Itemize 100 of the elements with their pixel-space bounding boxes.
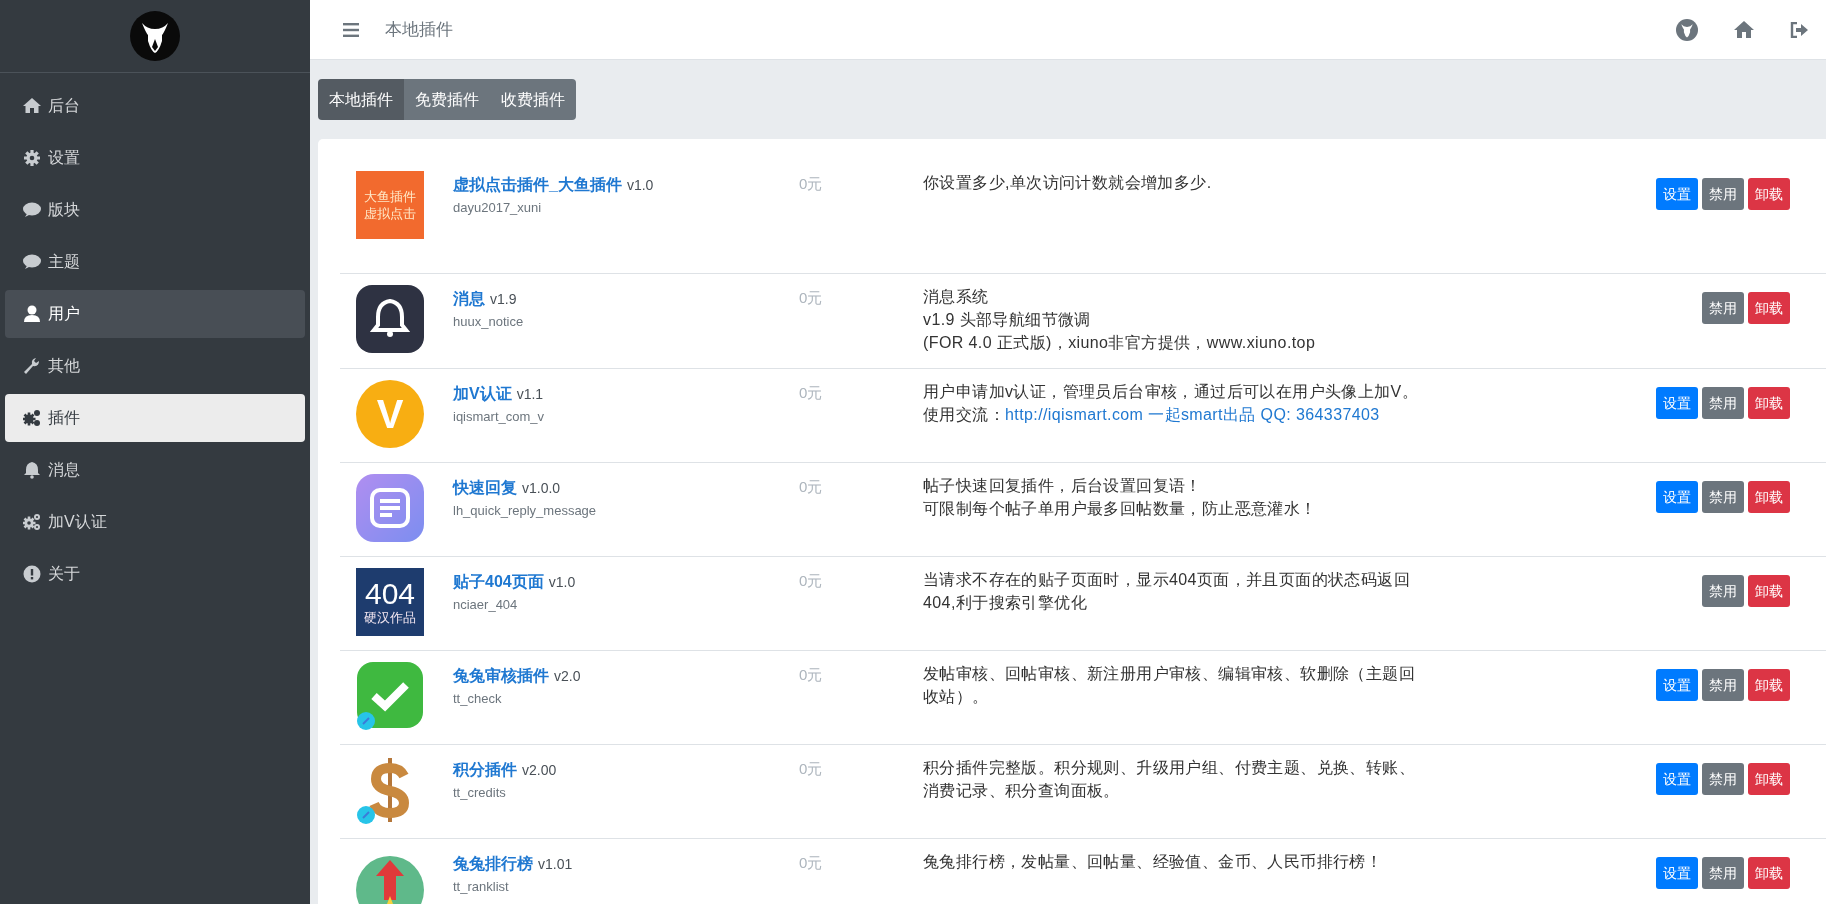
price-label: 0元 — [799, 571, 824, 591]
price-label: 0元 — [799, 174, 824, 194]
version-label: v1.01 — [538, 855, 573, 874]
plugin-id: tt_check — [453, 690, 503, 708]
uninstall-button[interactable]: 卸载 — [1748, 481, 1790, 513]
description-text: 可限制每个帖子单用户最多回帖数量，防止恶意灌水！ — [923, 499, 1318, 519]
price-label: 0元 — [799, 759, 824, 779]
plugin-logo: V — [356, 380, 424, 448]
uninstall-button[interactable]: 卸载 — [1748, 763, 1790, 795]
plugin-id: nciaer_404 — [453, 596, 519, 614]
disable-button[interactable]: 禁用 — [1702, 292, 1744, 324]
price-label: 0元 — [799, 665, 824, 685]
plugin-name[interactable]: 虚拟点击插件_大鱼插件 — [453, 173, 622, 197]
price-label: 0元 — [799, 853, 824, 873]
settings-button[interactable]: 设置 — [1656, 669, 1698, 701]
plugin-name[interactable]: 快速回复 — [453, 476, 517, 500]
description-text: 用户申请加v认证，管理员后台审核，通过后可以在用户头像上加V。使用交流：http://iqismart.com 一起smart出品 QQ: 364337403 — [923, 382, 1420, 425]
speech-bubble-icon — [23, 253, 41, 271]
sidebar-item[interactable]: 后台 — [5, 82, 305, 130]
disable-button[interactable]: 禁用 — [1702, 387, 1744, 419]
plugin-name[interactable]: 兔兔审核插件 — [453, 664, 549, 688]
tab[interactable]: 本地插件 — [318, 79, 404, 120]
description-text: 消息系统 — [923, 287, 990, 307]
disable-button[interactable]: 禁用 — [1702, 575, 1744, 607]
logout-icon[interactable] — [1790, 21, 1808, 38]
gears-icon — [23, 513, 41, 531]
contact-link[interactable]: http://iqismart.com 一起smart出品 QQ: 364337403 — [1005, 406, 1380, 423]
bell-icon — [356, 285, 424, 353]
plugin-id: dayu2017_xuni — [453, 199, 543, 217]
settings-button[interactable]: 设置 — [1656, 857, 1698, 889]
exclamation-icon — [23, 565, 41, 583]
disable-button[interactable]: 禁用 — [1702, 481, 1744, 513]
description-text: 你设置多少,单次访问计数就会增加多少. — [923, 173, 1213, 193]
bell-icon — [23, 461, 41, 479]
description-text: 发帖审核、回帖审核、新注册用户审核、编辑审核、软删除（主题回收站）。 — [923, 664, 1416, 707]
version-label: v1.9 — [490, 290, 517, 309]
settings-button[interactable]: 设置 — [1656, 387, 1698, 419]
wrench-icon — [23, 357, 41, 375]
settings-button[interactable]: 设置 — [1656, 763, 1698, 795]
disable-button[interactable]: 禁用 — [1702, 857, 1744, 889]
uninstall-button[interactable]: 卸载 — [1748, 857, 1790, 889]
home-icon — [23, 97, 41, 115]
sidebar-item[interactable]: 主题 — [5, 238, 305, 286]
settings-icon — [23, 149, 41, 167]
sidebar-item[interactable]: 版块 — [5, 186, 305, 234]
speech-bubble-icon — [23, 201, 41, 219]
uninstall-button[interactable]: 卸载 — [1748, 292, 1790, 324]
home-icon[interactable] — [1734, 21, 1754, 38]
plugin-name[interactable]: 贴子404页面 — [453, 570, 544, 594]
disable-button[interactable]: 禁用 — [1702, 763, 1744, 795]
uninstall-button[interactable]: 卸载 — [1748, 387, 1790, 419]
user-icon — [23, 305, 41, 323]
description-text: 当请求不存在的贴子页面时，显示404页面，并且页面的状态码返回404,利于搜索引擎优化 — [923, 570, 1412, 613]
logo-icon[interactable] — [130, 11, 180, 61]
sidebar-item[interactable]: 加V认证 — [5, 498, 305, 546]
sidebar-item[interactable]: 消息 — [5, 446, 305, 494]
version-label: v2.00 — [522, 761, 557, 780]
plugin-logo: 404 硬汉作品 — [356, 568, 424, 636]
version-label: v1.0.0 — [522, 479, 561, 498]
description-text: v1.9 头部导航细节微调 — [923, 310, 1092, 330]
sidebar-item[interactable]: 其他 — [5, 342, 305, 390]
plugin-name[interactable]: 兔兔排行榜 — [453, 852, 533, 876]
plugin-id: huux_notice — [453, 313, 525, 331]
description-text: 帖子快速回复插件，后台设置回复语！ — [923, 476, 1203, 496]
sidebar-item[interactable]: 插件 — [5, 394, 305, 442]
menu-icon[interactable] — [343, 22, 359, 37]
document-list-icon — [356, 474, 424, 542]
price-label: 0元 — [799, 288, 824, 308]
checkmark-icon — [356, 662, 424, 730]
page-title: 本地插件 — [385, 18, 453, 41]
settings-button[interactable]: 设置 — [1656, 178, 1698, 210]
description-text: 兔兔排行榜，发帖量、回帖量、经验值、金币、人民币排行榜！ — [923, 852, 1384, 872]
plugin-name[interactable]: 积分插件 — [453, 758, 517, 782]
tab[interactable]: 收费插件 — [490, 79, 576, 120]
disable-button[interactable]: 禁用 — [1702, 178, 1744, 210]
uninstall-button[interactable]: 卸载 — [1748, 178, 1790, 210]
gears-icon — [23, 409, 41, 427]
version-label: v1.0 — [626, 176, 654, 195]
version-label: v1.1 — [516, 385, 544, 404]
plugin-id: lh_quick_reply_message — [453, 502, 598, 520]
tab[interactable]: 免费插件 — [404, 79, 490, 120]
description-text: (FOR 4.0 正式版)，xiuno非官方提供，www.xiuno.top — [923, 333, 1317, 353]
disable-button[interactable]: 禁用 — [1702, 669, 1744, 701]
uninstall-button[interactable]: 卸载 — [1748, 669, 1790, 701]
plugin-name[interactable]: 加V认证 — [453, 382, 512, 406]
sidebar-item[interactable]: 用户 — [5, 290, 305, 338]
version-label: v1.0 — [548, 573, 576, 592]
plugin-id: iqismart_com_v — [453, 408, 546, 426]
description-text: 积分插件完整版。积分规则、升级用户组、付费主题、兑换、转账、消费记录、积分查询面板。 — [923, 758, 1416, 801]
plugin-name[interactable]: 消息 — [453, 287, 485, 311]
price-label: 0元 — [799, 477, 824, 497]
plugin-id: tt_credits — [453, 784, 507, 802]
sidebar-item[interactable]: 设置 — [5, 134, 305, 182]
price-label: 0元 — [799, 383, 824, 403]
sidebar-item[interactable]: 关于 — [5, 550, 305, 598]
plugin-id: tt_ranklist — [453, 878, 510, 896]
plugin-logo: 大鱼插件 虚拟点击 — [356, 171, 424, 239]
uninstall-button[interactable]: 卸载 — [1748, 575, 1790, 607]
version-label: v2.0 — [554, 667, 581, 686]
settings-button[interactable]: 设置 — [1656, 481, 1698, 513]
